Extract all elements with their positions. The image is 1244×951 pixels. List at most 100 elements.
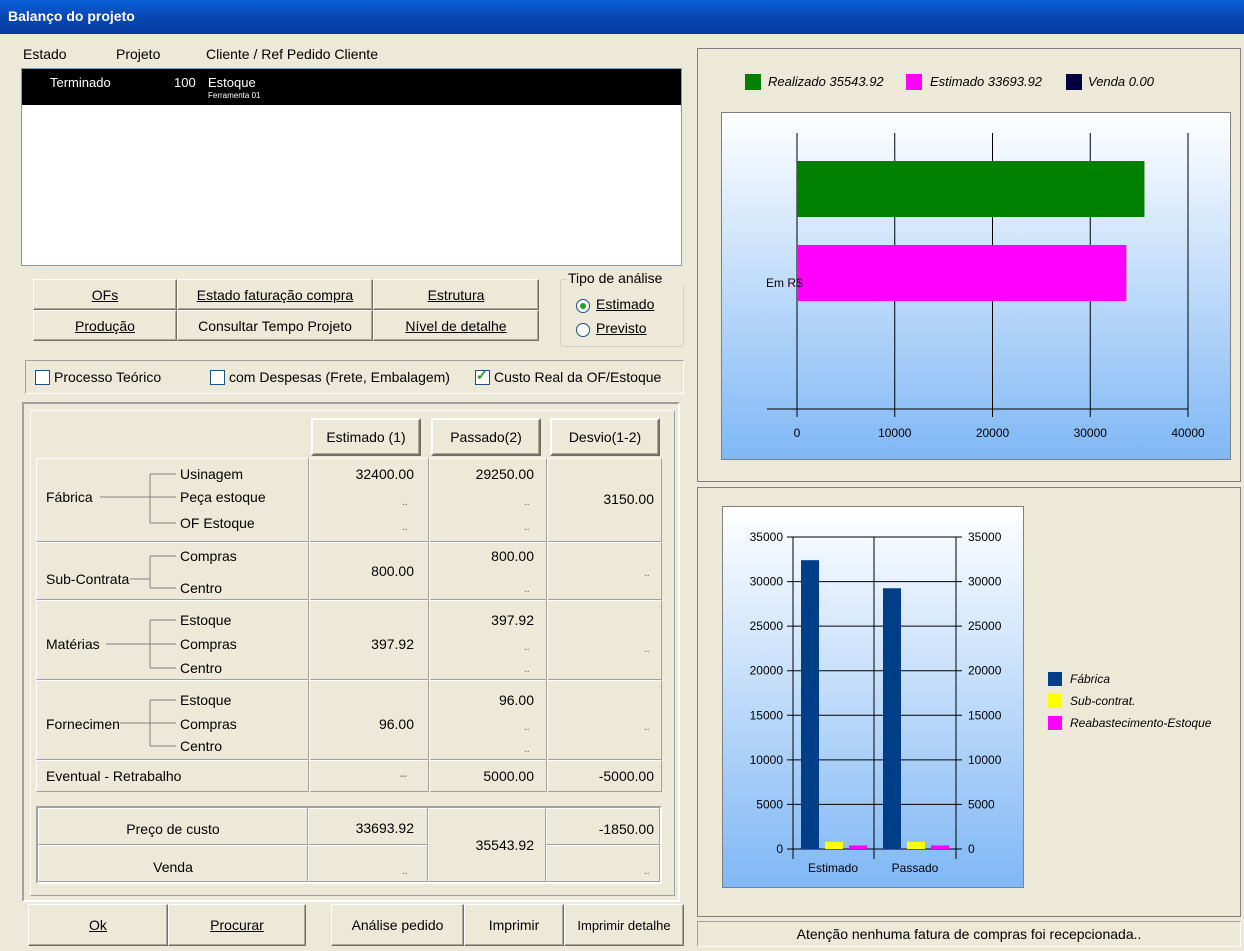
row-label-subcontrata: Sub-Contrata — [46, 571, 130, 587]
procurar-button[interactable]: Procurar — [168, 904, 306, 946]
imprimir-button[interactable]: Imprimir — [464, 904, 564, 946]
legend-swatch-reabastecimento — [1048, 716, 1062, 730]
passado-total: 35543.92 — [475, 837, 534, 853]
legend-swatch-subcontrat — [1048, 694, 1062, 708]
y-tick-label-right: 30000 — [968, 575, 1002, 589]
dots: .. — [524, 722, 530, 733]
dots: .. — [524, 522, 530, 533]
column-header-projeto[interactable]: Projeto — [116, 46, 160, 62]
column-header-estado[interactable]: Estado — [23, 46, 67, 62]
legend-label-realizado: Realizado 35543.92 — [768, 74, 884, 89]
eventual-estimado: -- — [400, 771, 407, 782]
x-tick-label: 30000 — [1074, 426, 1108, 440]
y-tick-label-right: 0 — [968, 842, 975, 856]
y-tick-label: 5000 — [756, 797, 783, 811]
bar-0-2 — [849, 845, 867, 849]
dots: .. — [524, 642, 530, 653]
row-sublabel: Centro — [180, 580, 223, 596]
ok-button[interactable]: Ok — [28, 904, 168, 946]
dots: .. — [524, 664, 530, 675]
totals-cell — [308, 845, 428, 882]
legend-label-estimado: Estimado 33693.92 — [930, 74, 1043, 89]
row-sublabel: OF Estoque — [180, 515, 255, 531]
y-tick-label: 30000 — [750, 575, 784, 589]
row-sublabel: Compras — [180, 636, 237, 652]
x-tick-label: Passado — [892, 861, 939, 875]
window-title: Balanço do projeto — [8, 8, 135, 24]
radio-estimado[interactable] — [576, 299, 590, 313]
eventual-desvio: -5000.00 — [598, 768, 654, 784]
bar-0-0 — [801, 560, 819, 849]
venda-estimado: .. — [402, 866, 408, 877]
consultar-tempo-button[interactable]: Consultar Tempo Projeto — [177, 310, 373, 341]
com-despesas-label[interactable]: com Despesas (Frete, Embalagem) — [229, 369, 457, 385]
processo-teorico-label[interactable]: Processo Teórico — [54, 369, 161, 385]
x-tick-label: 20000 — [976, 426, 1010, 440]
y-tick-label: 25000 — [750, 619, 784, 633]
bar-0 — [797, 161, 1145, 217]
ofs-button[interactable]: OFs — [33, 279, 177, 310]
analysis-type-group — [560, 279, 684, 347]
preco-custo-estimado: 33693.92 — [355, 820, 414, 836]
radio-estimado-label[interactable]: Estimado — [596, 296, 681, 312]
custo-real-label[interactable]: Custo Real da OF/Estoque — [494, 369, 682, 385]
fabrica-estimado: 32400.00 — [355, 466, 414, 482]
row-sublabel: Usinagem — [180, 466, 244, 482]
list-item-cliente: Estoque — [208, 75, 256, 90]
estado-faturacao-button[interactable]: Estado faturação compra — [177, 279, 373, 310]
project-list[interactable]: Terminado 100 Estoque Ferramenta 01 — [21, 68, 682, 266]
column-header-cliente[interactable]: Cliente / Ref Pedido Cliente — [206, 46, 378, 62]
col-header-desvio[interactable]: Desvio(1-2) — [550, 418, 660, 456]
list-item[interactable]: Terminado 100 Estoque Ferramenta 01 — [22, 69, 681, 105]
y-tick-label: 15000 — [750, 708, 784, 722]
row-label-fornecimento: Fornecimen — [46, 716, 120, 732]
col-header-passado[interactable]: Passado(2) — [431, 418, 541, 456]
materias-desvio: .. — [644, 644, 650, 655]
venda-label: Venda — [153, 859, 193, 875]
dots: .. — [402, 497, 408, 508]
list-item-ref: Ferramenta 01 — [208, 91, 261, 100]
bar-1-0 — [883, 588, 901, 849]
fornecimento-estimado: 96.00 — [378, 716, 414, 732]
y-tick-label: 0 — [776, 842, 783, 856]
row-sublabel: Peça estoque — [180, 489, 266, 505]
legend-label-reabastecimento: Reabastecimento-Estoque — [1070, 716, 1212, 730]
radio-previsto-label[interactable]: Previsto — [596, 320, 647, 336]
dots: .. — [524, 497, 530, 508]
subcontrata-estimado: 800.00 — [371, 563, 414, 579]
bar-1 — [797, 245, 1127, 301]
eventual-passado: 5000.00 — [483, 768, 534, 784]
imprimir-detalhe-button[interactable]: Imprimir detalhe — [564, 904, 684, 946]
y-tick-label-right: 20000 — [968, 664, 1002, 678]
list-item-estado: Terminado — [50, 75, 111, 90]
producao-button[interactable]: Produção — [33, 310, 177, 341]
y-tick-label-right: 5000 — [968, 797, 995, 811]
radio-previsto[interactable] — [576, 323, 590, 337]
materias-passado: 397.92 — [491, 612, 534, 628]
row-sublabel: Centro — [180, 738, 223, 754]
preco-custo-desvio: -1850.00 — [598, 821, 654, 837]
row-label-fabrica: Fábrica — [46, 489, 93, 505]
processo-teorico-checkbox[interactable] — [35, 370, 50, 385]
fornecimento-desvio: .. — [644, 722, 650, 733]
legend-label-subcontrat: Sub-contrat. — [1070, 694, 1136, 708]
nivel-detalhe-button[interactable]: Nível de detalhe — [373, 310, 539, 341]
col-header-estimado[interactable]: Estimado (1) — [311, 418, 421, 456]
title-bar: Balanço do projeto — [0, 0, 1244, 34]
y-tick-label: 35000 — [750, 530, 784, 544]
custo-real-checkbox[interactable] — [475, 367, 490, 385]
preco-custo-label: Preço de custo — [126, 821, 220, 837]
subcontrata-passado: 800.00 — [491, 548, 534, 564]
com-despesas-checkbox[interactable] — [210, 370, 225, 385]
fornecimento-passado: 96.00 — [498, 692, 534, 708]
estrutura-button[interactable]: Estrutura — [373, 279, 539, 310]
horizontal-bar-chart: 0 10000 20000 30000 40000 Em R$ — [721, 112, 1231, 460]
analise-pedido-button[interactable]: Análise pedido — [331, 904, 464, 946]
y-tick-label-right: 15000 — [968, 708, 1002, 722]
y-tick-label-right: 10000 — [968, 753, 1002, 767]
row-sublabel: Estoque — [180, 692, 232, 708]
x-tick-label: 10000 — [878, 426, 912, 440]
y-tick-label-right: 35000 — [968, 530, 1002, 544]
fabrica-passado: 29250.00 — [475, 466, 534, 482]
bar-0-1 — [825, 841, 843, 849]
